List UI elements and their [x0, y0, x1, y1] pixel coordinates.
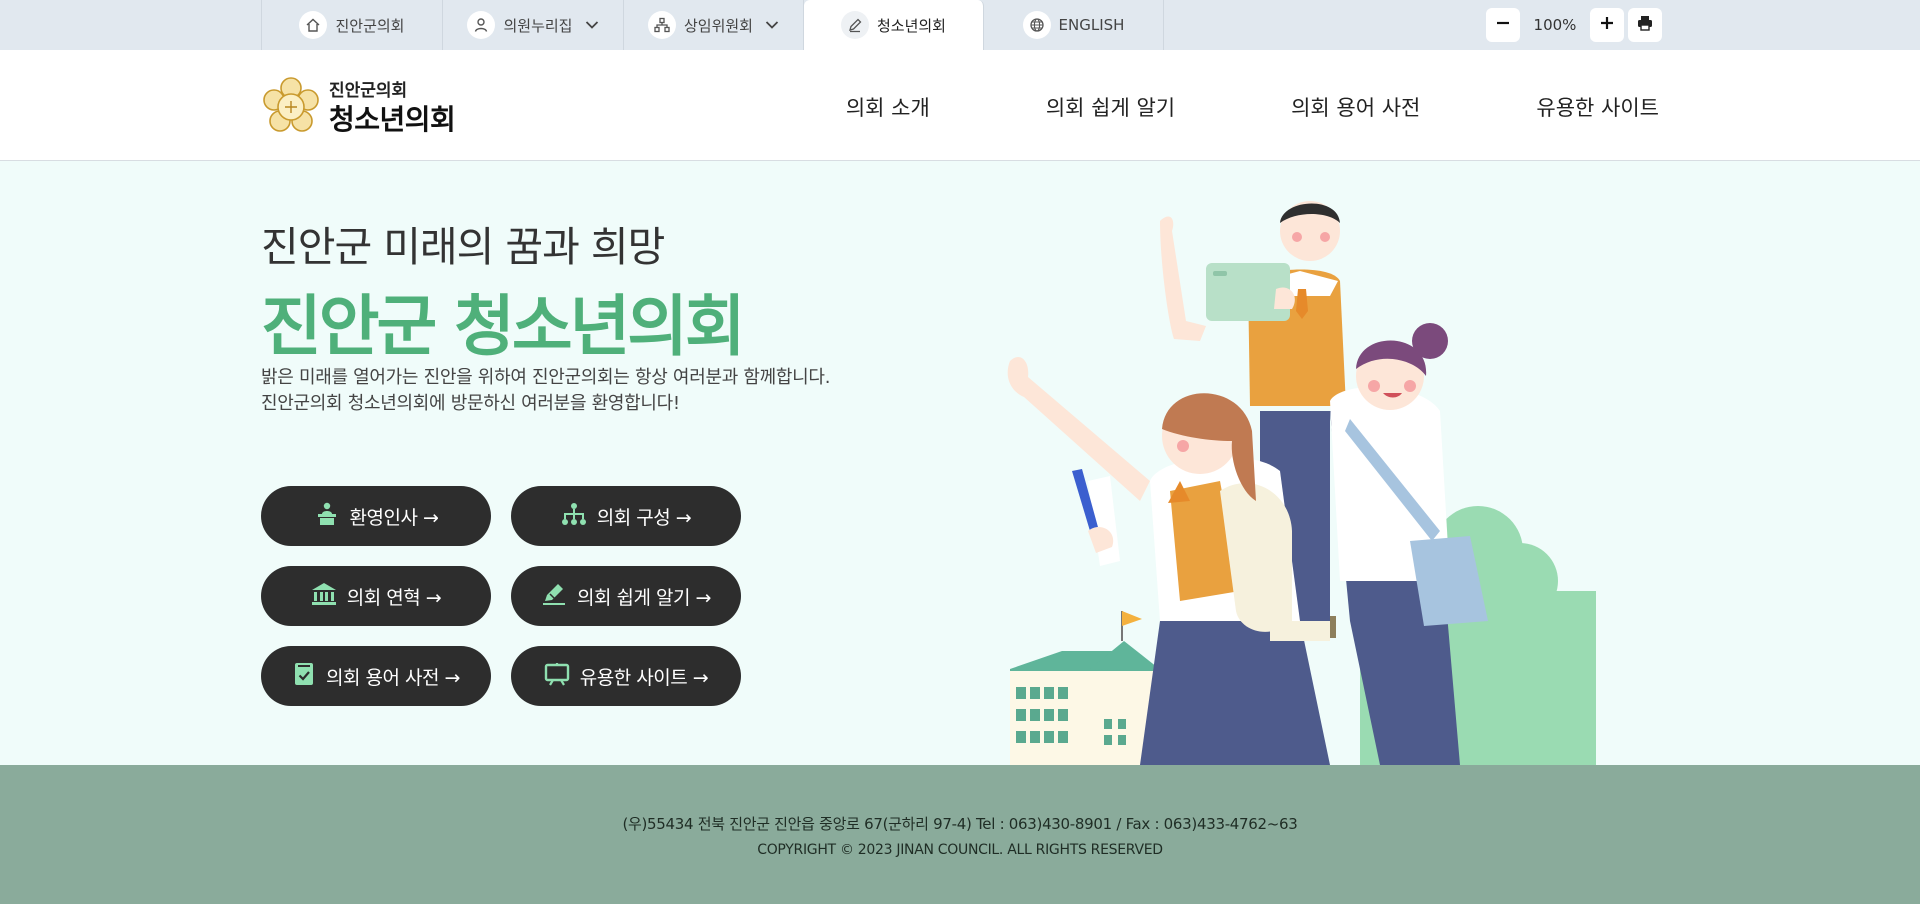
top-tab-label: 의원누리집 [503, 16, 573, 35]
council-easy-button-label: 의회 쉽게 알기 → [577, 586, 711, 609]
site-header: 진안군의회 청소년의회 의회 소개 의회 쉽게 알기 의회 용어 사전 유용한 … [0, 50, 1920, 161]
speaker-podium-icon [314, 502, 340, 531]
logo-small-text: 진안군의회 [329, 80, 408, 101]
minus-icon [1495, 15, 1511, 35]
top-tab-label: ENGLISH [1058, 16, 1125, 34]
school-building-illustration [1010, 611, 1162, 765]
quick-link-buttons: 환영인사 → 의회 구성 → 의회 연혁 → 의회 쉽게 알기 → 의회 용어 … [261, 486, 741, 706]
footer-copyright: COPYRIGHT © 2023 JINAN COUNCIL. ALL RIGH… [757, 842, 1163, 858]
hero-section: 진안군 미래의 꿈과 희망 진안군 청소년의회 밝은 미래를 열어가는 진안을 … [0, 161, 1920, 765]
org-chart-icon [561, 502, 587, 531]
pen-write-icon [541, 582, 567, 611]
top-nav: 진안군의회 의원누리집 상임위원회 청소년의회 ENGLISH [261, 0, 1164, 50]
chevron-down-icon [765, 16, 779, 34]
top-utility-bar: 진안군의회 의원누리집 상임위원회 청소년의회 ENGLISH 100% [0, 0, 1920, 50]
top-tab-members[interactable]: 의원누리집 [443, 0, 624, 50]
council-history-button-label: 의회 연혁 → [346, 586, 442, 609]
pen-icon [840, 11, 869, 39]
top-tab-youth-council[interactable]: 청소년의회 [804, 0, 984, 50]
plus-icon [1599, 15, 1615, 35]
zoom-out-button[interactable] [1486, 8, 1520, 42]
nav-item-council-glossary[interactable]: 의회 용어 사전 [1291, 92, 1420, 122]
useful-sites-button-label: 유용한 사이트 → [579, 666, 709, 689]
main-nav: 의회 소개 의회 쉽게 알기 의회 용어 사전 유용한 사이트 [846, 92, 1659, 122]
hero-desc-line-2: 진안군의회 청소년의회에 방문하신 여러분을 환영합니다! [261, 393, 680, 414]
person-icon [467, 11, 496, 39]
home-icon [299, 11, 328, 39]
org-icon [647, 11, 676, 39]
council-glossary-button-label: 의회 용어 사전 → [326, 666, 460, 689]
top-tab-english[interactable]: ENGLISH [984, 0, 1164, 50]
nav-item-useful-sites[interactable]: 유용한 사이트 [1536, 92, 1659, 122]
hero-subtitle: 진안군 미래의 꿈과 희망 [261, 223, 665, 271]
logo-big-text: 청소년의회 [329, 102, 456, 136]
council-history-button[interactable]: 의회 연혁 → [261, 566, 491, 626]
chevron-down-icon [585, 16, 599, 34]
youth-students-illustration [1007, 201, 1596, 765]
monitor-icon [544, 662, 570, 691]
council-composition-button[interactable]: 의회 구성 → [511, 486, 741, 546]
zoom-in-button[interactable] [1590, 8, 1624, 42]
top-tab-label: 진안군의회 [335, 16, 405, 35]
hero-title: 진안군 청소년의회 [261, 288, 746, 365]
footer-address: (우)55434 전북 진안군 진안읍 중앙로 67(군하리 97-4) Tel… [622, 815, 1298, 833]
site-logo[interactable]: 진안군의회 청소년의회 [261, 76, 456, 140]
book-check-icon [292, 662, 316, 691]
council-glossary-button[interactable]: 의회 용어 사전 → [261, 646, 491, 706]
printer-icon [1636, 14, 1654, 36]
top-tab-jinan-council[interactable]: 진안군의회 [262, 0, 443, 50]
hero-description: 밝은 미래를 열어가는 진안을 위하여 진안군의회는 항상 여러분과 함께합니다… [261, 365, 830, 417]
council-emblem-icon [261, 76, 321, 140]
nav-item-council-intro[interactable]: 의회 소개 [846, 92, 930, 122]
zoom-level: 100% [1533, 16, 1577, 34]
top-tab-label: 상임위원회 [683, 16, 753, 35]
top-tab-committees[interactable]: 상임위원회 [624, 0, 804, 50]
globe-icon [1022, 11, 1051, 39]
site-footer: (우)55434 전북 진안군 진안읍 중앙로 67(군하리 97-4) Tel… [0, 765, 1920, 904]
welcome-button[interactable]: 환영인사 → [261, 486, 491, 546]
zoom-controls: 100% [1486, 8, 1662, 42]
welcome-button-label: 환영인사 → [349, 506, 439, 529]
nav-item-council-easy[interactable]: 의회 쉽게 알기 [1046, 92, 1175, 122]
useful-sites-button[interactable]: 유용한 사이트 → [511, 646, 741, 706]
council-easy-button[interactable]: 의회 쉽게 알기 → [511, 566, 741, 626]
top-tab-label: 청소년의회 [876, 16, 946, 35]
council-composition-button-label: 의회 구성 → [596, 506, 692, 529]
building-icon [311, 582, 337, 611]
print-button[interactable] [1628, 8, 1662, 42]
hero-desc-line-1: 밝은 미래를 열어가는 진안을 위하여 진안군의회는 항상 여러분과 함께합니다… [261, 367, 831, 388]
